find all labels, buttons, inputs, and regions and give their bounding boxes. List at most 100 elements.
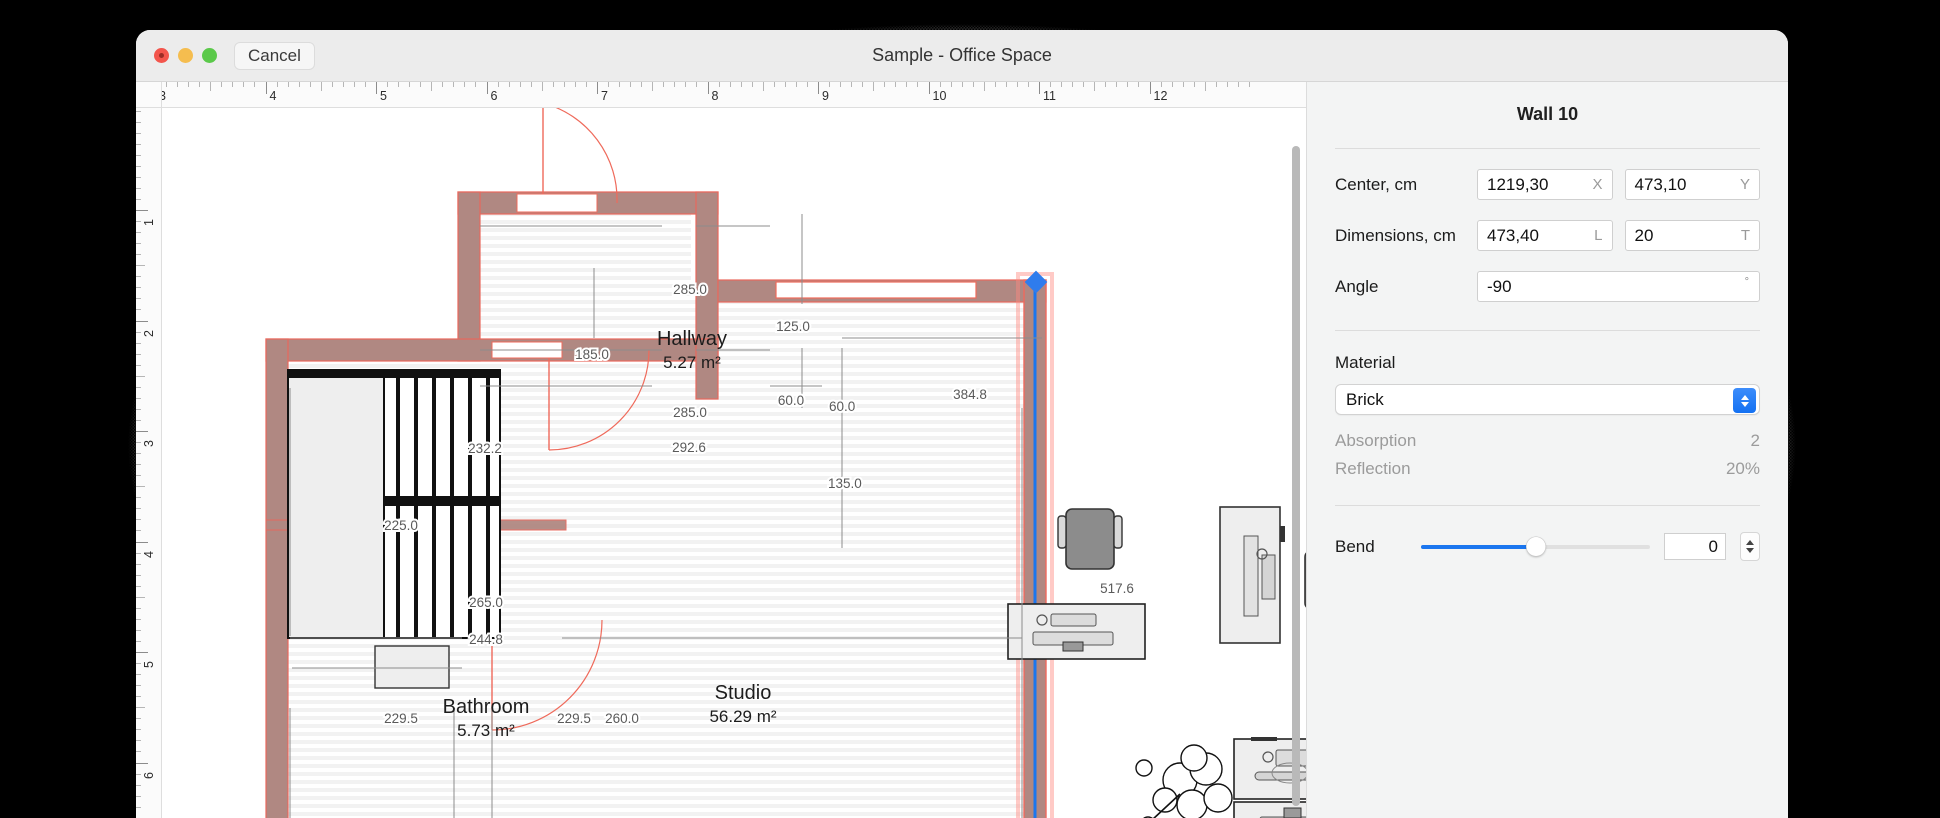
bend-row: Bend 0 bbox=[1335, 532, 1760, 561]
dimension-label: 260.0 bbox=[605, 711, 639, 726]
ruler-tick-minor bbox=[136, 773, 141, 775]
floor-plan-canvas[interactable]: 3 4 5 6 7 8 9 10 11 12 123456 285.0 285.… bbox=[136, 82, 1306, 818]
bend-slider[interactable] bbox=[1421, 537, 1650, 557]
center-y-input[interactable]: 473,10 Y bbox=[1624, 169, 1760, 200]
ruler-tick-minor bbox=[685, 82, 687, 87]
ruler-tick-minor bbox=[464, 82, 466, 87]
ruler-tick-major bbox=[1149, 82, 1151, 94]
ruler-tick-minor bbox=[917, 82, 919, 87]
canvas-vertical-scrollbar[interactable] bbox=[1292, 146, 1300, 806]
ruler-tick-minor bbox=[136, 442, 141, 444]
reflection-value: 20% bbox=[1725, 459, 1760, 478]
minimize-button[interactable] bbox=[178, 48, 193, 63]
ruler-tick-minor bbox=[136, 696, 141, 698]
ruler-tick-minor bbox=[136, 674, 141, 676]
room-area-label: 5.27 m² bbox=[663, 353, 721, 372]
room-name-label[interactable]: Bathroom bbox=[443, 696, 530, 718]
ruler-tick-minor bbox=[530, 82, 532, 87]
desk-with-monitor[interactable] bbox=[1007, 603, 1146, 660]
ruler-tick-minor bbox=[574, 82, 576, 87]
vertical-ruler[interactable]: 1 2 3 4 5 6 bbox=[136, 108, 162, 818]
ruler-tick-minor bbox=[177, 82, 179, 87]
close-button[interactable] bbox=[154, 48, 169, 63]
ruler-tick-minor bbox=[475, 82, 477, 87]
ruler-tick-minor bbox=[199, 82, 201, 87]
ruler-tick-minor bbox=[663, 82, 665, 87]
ruler-tick-minor bbox=[136, 375, 145, 377]
ruler-tick-minor bbox=[254, 82, 256, 87]
ruler-tick-minor bbox=[1027, 82, 1029, 87]
dimension-label: 244.8 bbox=[469, 632, 503, 647]
ruler-tick-minor bbox=[309, 82, 311, 87]
ruler-label: 12 bbox=[1153, 89, 1168, 103]
bend-value-input[interactable]: 0 bbox=[1664, 533, 1726, 560]
ruler-tick-minor bbox=[136, 486, 145, 488]
bathroom-fixture[interactable] bbox=[374, 645, 450, 689]
potted-plant[interactable] bbox=[1135, 744, 1233, 818]
ruler-tick-minor bbox=[342, 82, 344, 87]
ruler-tick-major bbox=[136, 762, 148, 764]
ruler-tick-minor bbox=[619, 82, 621, 87]
dimension-label: 185.0 bbox=[575, 347, 609, 362]
chevron-updown-icon[interactable] bbox=[1733, 388, 1756, 413]
ruler-tick-minor bbox=[840, 82, 842, 87]
plan-viewport[interactable]: 285.0 285.0 285.0 285.0 185.0 185.0 125.0 125.0… bbox=[162, 108, 1306, 818]
dimension-label: 60.0 bbox=[829, 399, 855, 414]
center-x-unit: X bbox=[1592, 176, 1603, 193]
ruler-tick-minor bbox=[136, 176, 141, 178]
thickness-input[interactable]: 20 T bbox=[1624, 220, 1760, 251]
inspector-divider-material bbox=[1335, 330, 1760, 331]
ruler-label: 9 bbox=[822, 89, 829, 103]
angle-label: Angle bbox=[1335, 276, 1379, 296]
zoom-button[interactable] bbox=[202, 48, 217, 63]
ruler-tick-minor bbox=[353, 82, 355, 87]
thickness-value: 20 bbox=[1634, 225, 1654, 245]
reflection-row: Reflection 20% bbox=[1335, 459, 1760, 479]
room-name-label[interactable]: Studio bbox=[715, 682, 772, 704]
ruler-tick-minor bbox=[762, 82, 764, 91]
office-chair[interactable] bbox=[1057, 508, 1123, 570]
ruler-label: 6 bbox=[490, 89, 498, 103]
ruler-tick-minor bbox=[740, 82, 742, 87]
ruler-tick-minor bbox=[1138, 82, 1140, 87]
ruler-tick-minor bbox=[862, 82, 864, 87]
office-chair[interactable] bbox=[1304, 551, 1306, 609]
length-input[interactable]: 473,40 L bbox=[1477, 220, 1613, 251]
dimensions-row: Dimensions, cm 473,40 L 20 T bbox=[1335, 220, 1760, 251]
ruler-tick-minor bbox=[1094, 82, 1096, 91]
tall-cabinet[interactable] bbox=[1219, 506, 1285, 644]
ruler-tick-major bbox=[597, 82, 598, 94]
dimension-label: 517.6 bbox=[1100, 581, 1134, 596]
ruler-tick-minor bbox=[1237, 82, 1239, 87]
ruler-label: 1 bbox=[142, 219, 156, 226]
cancel-button[interactable]: Cancel bbox=[234, 41, 315, 70]
ruler-label: 5 bbox=[380, 89, 387, 103]
bend-stepper[interactable] bbox=[1740, 532, 1760, 561]
ruler-tick-minor bbox=[136, 353, 141, 355]
ruler-label: 8 bbox=[711, 89, 719, 103]
ruler-tick-minor bbox=[387, 82, 389, 87]
ruler-tick-minor bbox=[136, 331, 141, 333]
ruler-tick-minor bbox=[136, 309, 141, 311]
bend-slider-knob[interactable] bbox=[1526, 537, 1545, 556]
angle-row: Angle -90 ° bbox=[1335, 271, 1760, 302]
ruler-tick-minor bbox=[1193, 82, 1195, 87]
ruler-tick-minor bbox=[136, 298, 141, 300]
dimension-label: 384.8 bbox=[953, 387, 987, 402]
ruler-tick-minor bbox=[674, 82, 676, 87]
center-x-input[interactable]: 1219,30 X bbox=[1477, 169, 1613, 200]
ruler-tick-minor bbox=[641, 82, 643, 87]
ruler-tick-minor bbox=[136, 795, 141, 797]
room-name-label[interactable]: Hallway bbox=[657, 328, 727, 350]
ruler-tick-minor bbox=[972, 82, 974, 87]
center-y-value: 473,10 bbox=[1634, 174, 1687, 194]
floor-plan-drawing[interactable]: 285.0285.0285.0285.0185.0185.0125.0125.0… bbox=[162, 108, 1306, 818]
ruler-label: 4 bbox=[269, 89, 277, 103]
horizontal-ruler[interactable]: 3 4 5 6 7 8 9 10 11 12 bbox=[136, 82, 1306, 108]
ruler-tick-minor bbox=[136, 165, 141, 167]
ruler-tick-minor bbox=[136, 784, 141, 786]
length-value: 473,40 bbox=[1487, 225, 1539, 245]
angle-input[interactable]: -90 ° bbox=[1477, 271, 1760, 302]
material-select[interactable]: Brick bbox=[1335, 384, 1760, 415]
ruler-tick-minor bbox=[1204, 82, 1206, 91]
